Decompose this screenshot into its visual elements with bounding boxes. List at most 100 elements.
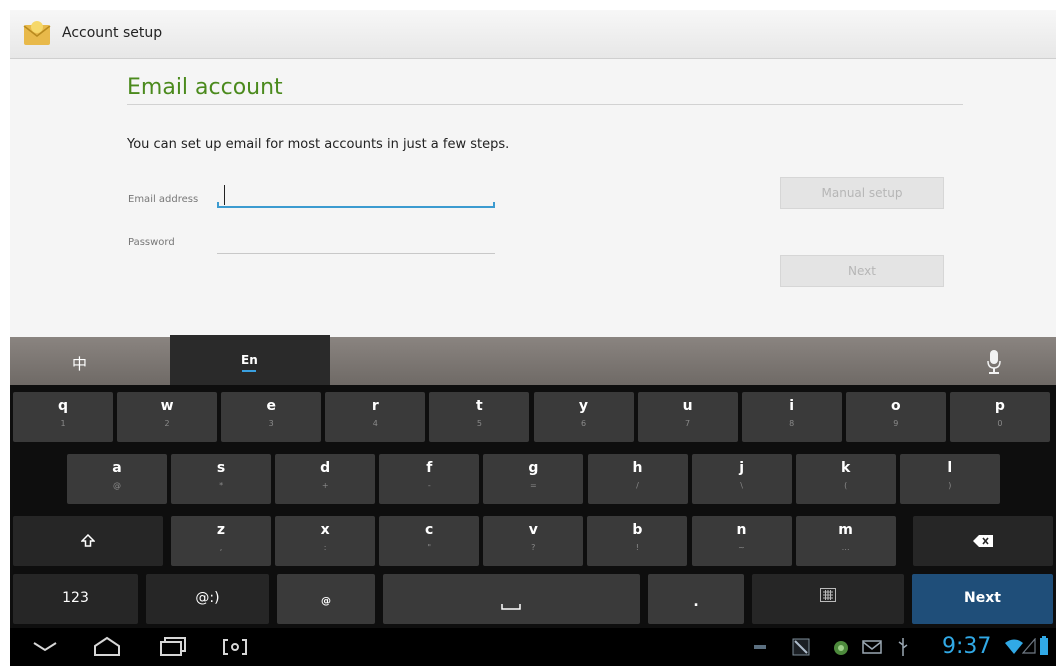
key-sublabel: 5 <box>476 419 482 428</box>
key-a[interactable]: a @ <box>67 454 167 504</box>
key-sublabel: ) <box>948 481 952 490</box>
key-label: d <box>320 460 331 476</box>
password-label: Password <box>128 237 175 248</box>
email-field[interactable] <box>217 181 495 209</box>
lang-tab-chinese[interactable]: 中 <box>72 353 87 374</box>
key-emoticon[interactable]: @:) <box>146 574 269 624</box>
action-bar: Account setup <box>10 10 1056 59</box>
key-e[interactable]: e3 <box>221 392 322 442</box>
email-field-underline <box>217 202 495 208</box>
microphone-icon[interactable] <box>986 349 1002 375</box>
key-sublabel: = <box>530 481 537 490</box>
key-123[interactable]: 123 <box>13 574 138 624</box>
key-label: l <box>947 460 953 476</box>
keyboard-switch-key[interactable] <box>752 574 904 624</box>
hide-keyboard-icon[interactable] <box>32 640 58 654</box>
key-m[interactable]: m… <box>795 516 896 566</box>
key-b[interactable]: b! <box>587 516 688 566</box>
keyboard-icon <box>820 588 836 602</box>
next-button[interactable]: Next <box>780 255 944 287</box>
key-123-label: 123 <box>62 590 89 606</box>
key-label: x <box>320 522 330 538</box>
key-g[interactable]: g = <box>483 454 584 504</box>
key-emoticon-label: @:) <box>195 590 220 606</box>
key-at[interactable]: @ <box>277 574 375 624</box>
app-title: Account setup <box>62 25 163 41</box>
notification-icon[interactable] <box>792 638 810 656</box>
key-l[interactable]: l) <box>899 454 1000 504</box>
key-label: z <box>216 522 226 538</box>
key-x[interactable]: x: <box>275 516 376 566</box>
key-sublabel: 3 <box>268 419 274 428</box>
battery-icon <box>1040 636 1048 655</box>
lang-tab-english[interactable]: En <box>170 335 330 385</box>
email-app-icon[interactable] <box>22 18 52 48</box>
lang-tab-english-label: En <box>241 353 258 367</box>
screenshot-icon[interactable] <box>222 638 248 656</box>
next-key-label: Next <box>964 590 1001 606</box>
key-h[interactable]: h / <box>587 454 688 504</box>
gmail-icon[interactable] <box>862 639 882 655</box>
key-f[interactable]: f- <box>379 454 480 504</box>
key-t[interactable]: t5 <box>429 392 530 442</box>
key-o[interactable]: o9 <box>845 392 946 442</box>
key-label: o <box>890 398 901 414</box>
key-sublabel: " <box>427 543 432 552</box>
recent-apps-icon[interactable] <box>158 635 188 657</box>
clock[interactable]: 9:37 <box>942 634 991 659</box>
password-field-underline <box>217 253 495 254</box>
wifi-icon <box>1005 639 1023 654</box>
key-s[interactable]: s * <box>171 454 272 504</box>
key-y[interactable]: y6 <box>533 392 634 442</box>
key-k[interactable]: k( <box>795 454 896 504</box>
key-w[interactable]: w2 <box>117 392 218 442</box>
key-label: y <box>578 398 589 414</box>
key-r[interactable]: r4 <box>325 392 426 442</box>
key-n[interactable]: n ~ <box>691 516 792 566</box>
text-cursor <box>224 185 225 205</box>
shift-icon <box>81 534 95 547</box>
key-sublabel: 4 <box>372 419 378 428</box>
backspace-icon <box>973 535 993 547</box>
key-p[interactable]: p0 <box>949 392 1050 442</box>
key-sublabel: 1 <box>60 419 66 428</box>
signal-icon <box>1022 638 1036 654</box>
email-address-label: Email address <box>128 194 199 205</box>
space-key[interactable] <box>383 574 640 624</box>
key-sublabel: / <box>636 481 639 490</box>
key-label: p <box>994 398 1005 414</box>
usb-icon <box>898 638 908 656</box>
key-j[interactable]: j \ <box>691 454 792 504</box>
android-icon[interactable] <box>832 638 850 656</box>
key-sublabel: ! <box>635 543 639 552</box>
key-sublabel: 6 <box>580 419 587 428</box>
key-u[interactable]: u7 <box>637 392 738 442</box>
account-setup-form: Email account You can set up email for m… <box>10 59 1056 337</box>
space-bar-icon <box>501 604 521 610</box>
key-sublabel: 2 <box>164 419 170 428</box>
key-sublabel: 9 <box>893 419 899 428</box>
active-tab-indicator <box>242 370 256 372</box>
key-period-label: . <box>693 594 699 610</box>
key-d[interactable]: d + <box>275 454 376 504</box>
key-sublabel: - <box>427 481 431 490</box>
key-period[interactable]: . <box>648 574 744 624</box>
key-i[interactable]: i8 <box>741 392 842 442</box>
key-q[interactable]: q1 <box>13 392 113 442</box>
key-label: m <box>838 522 853 538</box>
key-label: b <box>632 522 643 538</box>
key-z[interactable]: z, <box>171 516 271 566</box>
key-c[interactable]: c " <box>379 516 480 566</box>
key-label: v <box>528 522 538 538</box>
next-key[interactable]: Next <box>912 574 1053 624</box>
manual-setup-button[interactable]: Manual setup <box>780 177 944 209</box>
key-sublabel: @ <box>113 481 121 490</box>
home-icon[interactable] <box>92 634 122 658</box>
keyboard-language-bar: 中 En <box>10 335 1056 385</box>
password-field[interactable] <box>217 229 495 255</box>
shift-key[interactable] <box>13 516 163 566</box>
system-bar: 9:37 <box>10 628 1056 666</box>
backspace-key[interactable] <box>913 516 1053 566</box>
key-v[interactable]: v? <box>483 516 584 566</box>
key-sublabel: * <box>219 481 224 490</box>
